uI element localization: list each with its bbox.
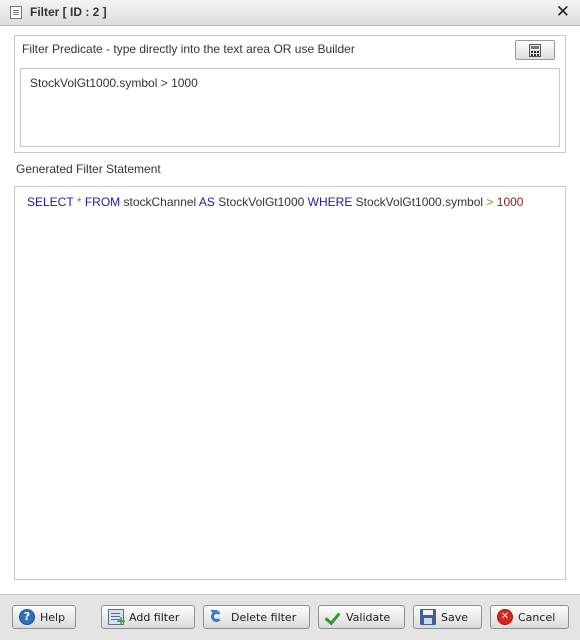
add-filter-icon xyxy=(108,609,126,628)
filter-predicate-textarea[interactable]: StockVolGt1000.symbol > 1000 xyxy=(20,68,560,147)
validate-button[interactable]: Validate xyxy=(318,605,405,629)
checkmark-icon xyxy=(325,609,341,625)
delete-filter-button-label: Delete filter xyxy=(231,610,297,624)
floppy-disk-icon xyxy=(420,609,436,625)
delete-filter-button[interactable]: Delete filter xyxy=(203,605,310,629)
builder-button[interactable] xyxy=(515,40,555,60)
help-icon: ? xyxy=(19,609,35,625)
filter-predicate-panel: Filter Predicate - type directly into th… xyxy=(14,35,566,153)
cancel-button[interactable]: ✕ Cancel xyxy=(490,605,569,629)
add-filter-button-label: Add filter xyxy=(129,610,180,624)
undo-icon xyxy=(210,609,226,625)
cancel-icon: ✕ xyxy=(497,609,513,625)
sql-keyword-as: AS xyxy=(198,195,215,209)
help-button-label: Help xyxy=(40,610,66,624)
sql-alias: StockVolGt1000 xyxy=(218,195,305,209)
close-icon: ✕ xyxy=(555,2,570,21)
dialog-footer: ? Help Add filter Delete filter Validate… xyxy=(0,594,580,640)
save-button[interactable]: Save xyxy=(413,605,482,629)
calculator-icon xyxy=(529,44,541,57)
sql-star: * xyxy=(76,195,82,209)
sql-keyword-from: FROM xyxy=(84,195,121,209)
add-filter-button[interactable]: Add filter xyxy=(101,605,195,629)
validate-button-label: Validate xyxy=(346,610,391,624)
dialog-icon xyxy=(10,6,22,19)
sql-field: StockVolGt1000.symbol xyxy=(355,195,484,209)
sql-value: 1000 xyxy=(496,195,524,209)
sql-keyword-where: WHERE xyxy=(307,195,353,209)
generated-statement-area: SELECT * FROM stockChannel AS StockVolGt… xyxy=(14,186,566,580)
help-button[interactable]: ? Help xyxy=(12,605,76,629)
close-button[interactable]: ✕ xyxy=(556,3,570,21)
sql-keyword-select: SELECT xyxy=(27,195,74,209)
save-button-label: Save xyxy=(441,610,469,624)
dialog-title: Filter [ ID : 2 ] xyxy=(30,5,107,19)
sql-channel: stockChannel xyxy=(123,195,197,209)
sql-operator: > xyxy=(486,195,494,209)
filter-predicate-label: Filter Predicate - type directly into th… xyxy=(22,42,355,56)
title-bar: Filter [ ID : 2 ] ✕ xyxy=(0,0,580,26)
generated-statement-label: Generated Filter Statement xyxy=(16,162,161,176)
cancel-button-label: Cancel xyxy=(518,610,556,624)
